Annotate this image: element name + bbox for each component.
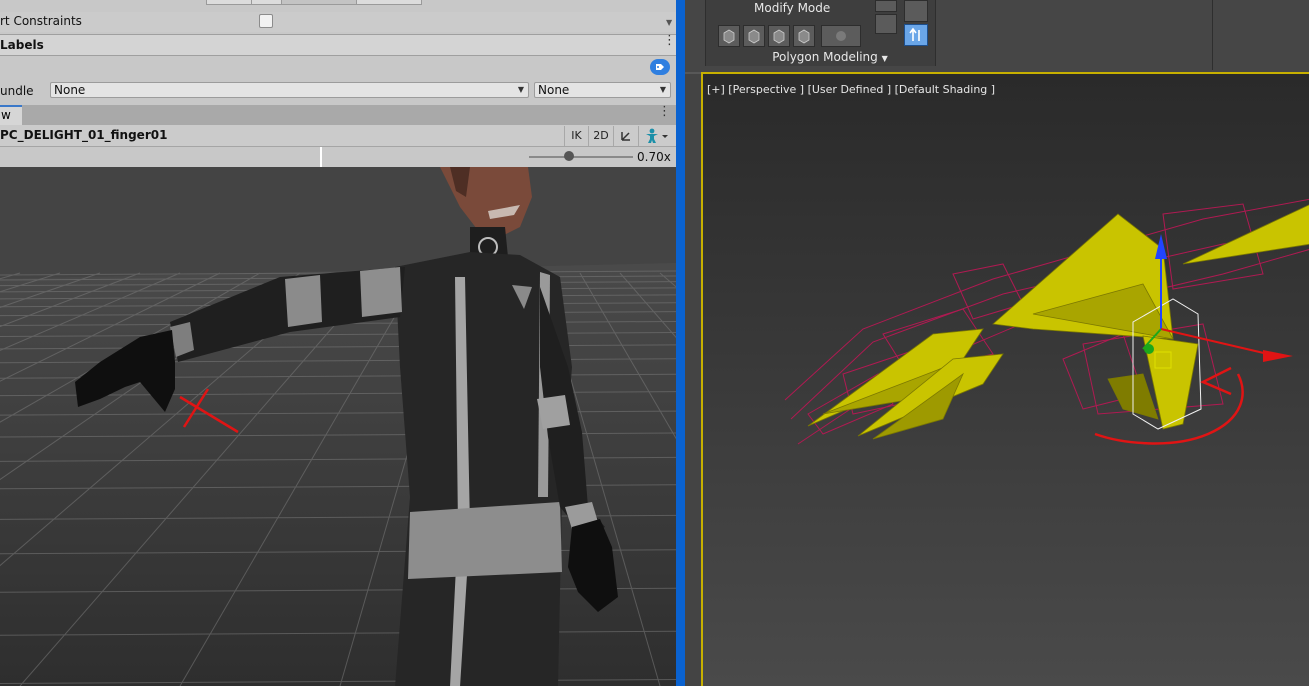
toggle-active-button[interactable]	[904, 24, 928, 46]
constraints-label: rt Constraints	[0, 14, 82, 28]
stack-button[interactable]	[875, 14, 897, 34]
vertex-mode-button[interactable]	[718, 25, 740, 47]
asset-bundle-row: undle None ▼ None ▼	[0, 80, 676, 102]
preview-divider	[320, 147, 322, 167]
tag-icon[interactable]	[650, 59, 670, 75]
edge-mode-button[interactable]	[743, 25, 765, 47]
ik-toggle-button[interactable]: IK	[564, 126, 588, 146]
constraints-row: rt Constraints	[0, 12, 676, 32]
asset-variant-dropdown[interactable]: None ▼	[534, 82, 671, 98]
cube-icon	[723, 29, 735, 44]
preview-tab-label: w	[1, 108, 11, 122]
element-mode-button[interactable]	[793, 25, 815, 47]
preview-zoom-row: 0.70x	[0, 147, 676, 167]
mode-2d-button[interactable]: 2D	[588, 126, 613, 146]
chevron-down-icon: ▼	[881, 54, 888, 63]
max-ribbon: Modify Mode Polygon Modeling ▼	[685, 0, 1309, 74]
zoom-slider-handle[interactable]	[563, 151, 574, 161]
avatar-icon	[646, 128, 668, 143]
toolbar-stub-button[interactable]	[251, 0, 283, 5]
asset-bundle-dropdown[interactable]: None ▼	[50, 82, 529, 98]
ribbon-separator	[1212, 0, 1213, 70]
zoom-slider[interactable]	[529, 156, 633, 158]
labels-menu-icon[interactable]: ⋮	[663, 34, 676, 47]
cube-icon	[748, 29, 760, 44]
window-divider	[676, 0, 685, 686]
polygon-modeling-label: Polygon Modeling	[772, 50, 878, 64]
modify-mode-label: Modify Mode	[754, 1, 831, 15]
polygon-modeling-dropdown[interactable]: Polygon Modeling ▼	[725, 50, 935, 66]
toolbar-stub-button[interactable]	[356, 0, 422, 5]
preview-menu-icon[interactable]: ⋮	[658, 105, 671, 118]
pin-button[interactable]	[904, 0, 928, 22]
max-window: Modify Mode Polygon Modeling ▼ [+] [Pers…	[685, 0, 1309, 686]
asset-variant-value: None	[538, 83, 570, 97]
unity-inspector-panel: rt Constraints ▼ Labels ⋮ undle None ▼ N…	[0, 0, 676, 686]
toolbar-stub-button[interactable]	[206, 0, 253, 5]
preview-viewport[interactable]	[0, 167, 676, 686]
chevron-down-icon: ▼	[659, 85, 666, 94]
stack-button-top[interactable]	[875, 0, 897, 12]
zoom-value: 0.70x	[637, 150, 671, 164]
ik-label: IK	[571, 129, 582, 142]
viewport-scene	[703, 74, 1309, 686]
labels-header-title: Labels	[0, 38, 44, 52]
labels-header[interactable]: Labels ⋮	[0, 34, 676, 56]
soft-select-button[interactable]	[821, 25, 861, 47]
asset-bundle-value: None	[54, 83, 86, 97]
scroll-down-icon[interactable]: ▼	[666, 18, 672, 27]
preview-tab[interactable]: w	[0, 105, 22, 125]
preview-object-name: PC_DELIGHT_01_finger01	[0, 128, 168, 142]
face-mode-button[interactable]	[768, 25, 790, 47]
toolbar-stub-button[interactable]	[281, 0, 358, 5]
arrows-up-icon	[909, 27, 920, 41]
chevron-down-icon: ▼	[517, 85, 524, 94]
circle-icon	[836, 31, 846, 41]
pivot-icon	[621, 132, 630, 141]
viewport-label[interactable]: [+] [Perspective ] [User Defined ] [Defa…	[707, 83, 995, 96]
avatar-dropdown-button[interactable]	[638, 126, 675, 146]
constraints-checkbox[interactable]	[259, 14, 273, 28]
mode-2d-label: 2D	[593, 129, 609, 142]
pivot-button[interactable]	[613, 126, 638, 146]
preview-tab-bar: w ⋮	[0, 105, 676, 125]
perspective-viewport[interactable]: [+] [Perspective ] [User Defined ] [Defa…	[701, 72, 1309, 686]
cube-icon	[798, 29, 810, 44]
cube-icon	[773, 29, 785, 44]
asset-bundle-label: undle	[0, 84, 34, 98]
